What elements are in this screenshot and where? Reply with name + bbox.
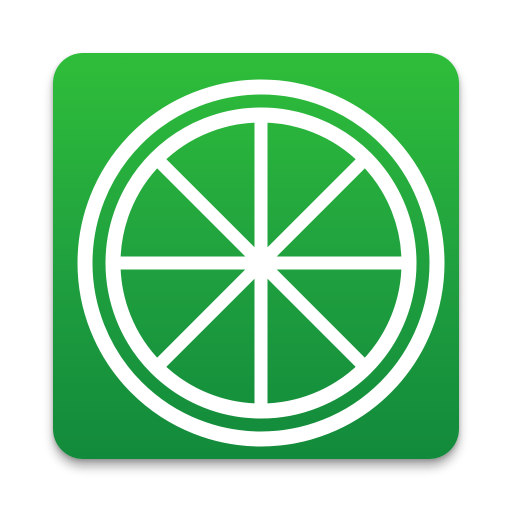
lime-slice-icon xyxy=(77,79,445,447)
app-icon[interactable] xyxy=(53,53,459,459)
segment-divider xyxy=(254,256,371,373)
center-hub xyxy=(246,248,276,278)
icon-canvas xyxy=(0,0,512,512)
segment-divider xyxy=(151,256,268,373)
segment-divider xyxy=(254,153,371,270)
segment-divider xyxy=(151,153,268,270)
